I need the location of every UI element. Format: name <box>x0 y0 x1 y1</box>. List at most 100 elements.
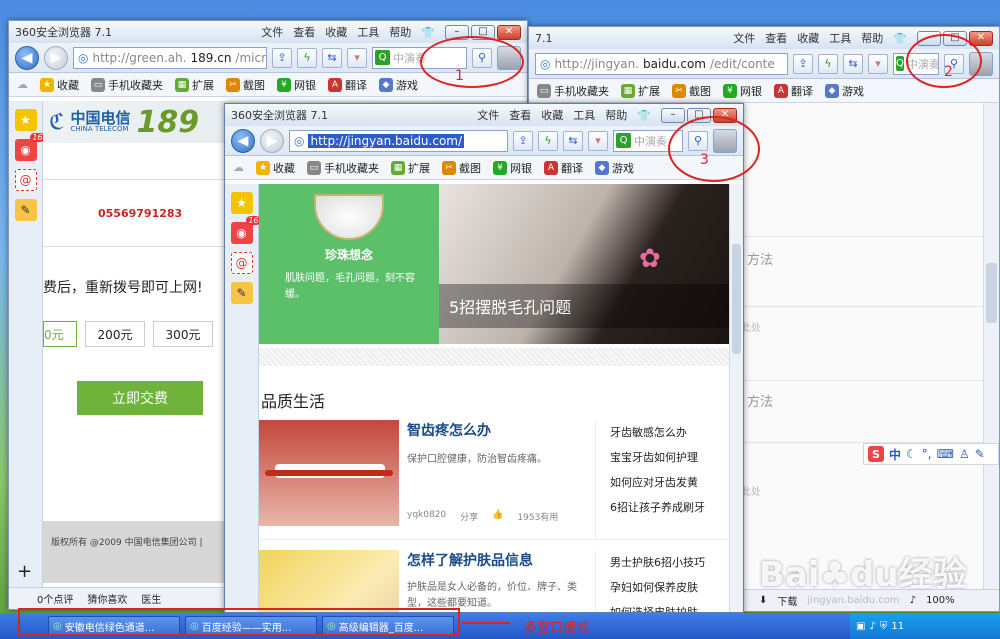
url-input[interactable]: ◎ http://jingyan.baidu.com/ <box>289 129 508 152</box>
bolt-icon[interactable]: ϟ <box>538 130 558 151</box>
fav-extension[interactable]: ▦ 扩展 <box>175 77 214 93</box>
amount-option[interactable]: 300元 <box>153 321 213 347</box>
scissors-icon: ✂ <box>672 83 686 98</box>
reload-icon[interactable]: ⇆ <box>843 53 863 74</box>
dropdown-icon[interactable]: ▾ <box>588 130 608 151</box>
scrollbar[interactable] <box>729 184 743 612</box>
fav-screenshot[interactable]: ✂ 截图 <box>226 77 265 93</box>
back-button[interactable]: ◀ <box>15 45 39 70</box>
menu-favorites[interactable]: 收藏 <box>325 24 347 40</box>
grid-icon: ▦ <box>175 77 189 92</box>
star-icon[interactable]: ★ <box>230 192 253 214</box>
menu-tools[interactable]: 工具 <box>357 24 379 40</box>
scrollbar[interactable] <box>983 103 999 591</box>
menu-help[interactable]: 帮助 <box>605 107 627 123</box>
fav-bank[interactable]: ¥ 网银 <box>277 77 316 93</box>
sidebar: ★ ◉ 16 @ ✎ <box>225 184 261 612</box>
menu-view[interactable]: 查看 <box>293 24 315 40</box>
weibo-icon[interactable]: ◉ 16 <box>14 133 45 161</box>
folder-icon: ▭ <box>91 77 105 92</box>
clock[interactable]: 11 <box>891 621 904 632</box>
related-links: 牙齿敏感怎么办 宝宝牙齿如何护理 如何应对牙齿发黄 6招让孩子养成刷牙 <box>595 420 705 539</box>
url-input[interactable]: ◎ http://green.ah.189.cn/micro/green <box>73 46 267 69</box>
fav-collect[interactable]: ★ 收藏 <box>40 77 79 93</box>
browser-window-jingyan: 360安全浏览器 7.1 文件 查看 收藏 工具 帮助 👕 – □ ✕ ◀ ▶ ◎ … <box>224 103 744 613</box>
mail-icon[interactable]: @ <box>14 169 37 191</box>
fav-games[interactable]: ◆ 游戏 <box>595 160 634 176</box>
network-icon[interactable]: ▣ <box>856 621 865 632</box>
article-card[interactable]: 怎样了解护肤品信息 护肤品是女人必备的，价位、牌子、类型，这些都要知道。 男士护… <box>259 550 729 612</box>
fav-collect[interactable]: ★ 收藏 <box>256 160 295 176</box>
download-icon[interactable]: ⬇ <box>759 595 767 606</box>
menu-view[interactable]: 查看 <box>509 107 531 123</box>
reload-icon[interactable]: ⇆ <box>563 130 583 151</box>
grid-icon: ▦ <box>621 83 635 98</box>
shirt-icon[interactable]: 👕 <box>421 26 435 39</box>
fav-translate[interactable]: A 翻译 <box>328 77 367 93</box>
menu-favorites[interactable]: 收藏 <box>541 107 563 123</box>
page-content: 珍珠想念 肌肤问题，毛孔问题，刻不容缓。 ✿ 5招摆脱毛孔问题 品质生活 智齿疼… <box>259 184 729 612</box>
forward-button[interactable]: ▶ <box>260 128 284 153</box>
article-title[interactable]: 智齿疼怎么办 <box>407 420 595 440</box>
annotation-circle-1 <box>420 36 524 88</box>
bolt-icon[interactable]: ϟ <box>297 47 317 68</box>
fav-games[interactable]: ◆ 游戏 <box>379 77 418 93</box>
banner[interactable]: 珍珠想念 肌肤问题，毛孔问题，刻不容缓。 ✿ 5招摆脱毛孔问题 <box>259 184 729 344</box>
menu-tools[interactable]: 工具 <box>573 107 595 123</box>
favorites-bar: ☁ ★ 收藏 ▭ 手机收藏夹 ▦ 扩展 ✂ 截图 ¥ 网银 A 翻译 ◆ 游戏 <box>225 156 743 180</box>
url-input[interactable]: ◎ http://jingyan. baidu.com/edit/conte <box>535 52 788 75</box>
article-card[interactable]: 智齿疼怎么办 保护口腔健康，防治智齿疼痛。 yqk0820 分享 👍 1953有用 牙… <box>259 420 729 540</box>
telecom-logo-text: 中国电信 <box>70 108 131 127</box>
cloud-icon[interactable]: ☁ <box>233 161 244 174</box>
note-icon[interactable]: ✎ <box>14 199 37 221</box>
fav-translate[interactable]: A 翻译 <box>544 160 583 176</box>
fav-extension[interactable]: ▦ 扩展 <box>391 160 430 176</box>
annotation-circle-3 <box>668 116 760 182</box>
translate-icon: A <box>774 83 788 98</box>
shield-icon[interactable]: ⛨ <box>880 621 888 632</box>
sidebar: ★ ◉ 16 @ ✎ <box>9 101 45 589</box>
pay-button[interactable]: 立即交费 <box>77 381 203 415</box>
close-button[interactable]: ✕ <box>497 24 521 40</box>
thumb-icon: 👍 <box>492 510 504 520</box>
mail-icon[interactable]: @ <box>230 252 253 274</box>
menu-file[interactable]: 文件 <box>261 24 283 40</box>
keyboard-icon: ⌨ <box>936 447 954 461</box>
amount-option[interactable]: 0元 <box>43 321 77 347</box>
plus-icon[interactable]: + <box>17 561 32 582</box>
back-button[interactable]: ◀ <box>231 128 255 153</box>
fav-screenshot[interactable]: ✂ 截图 <box>442 160 481 176</box>
shirt-icon[interactable]: 👕 <box>893 32 907 45</box>
annotation-arrow <box>462 622 510 624</box>
dropdown-icon[interactable]: ▾ <box>347 47 367 68</box>
ime-bar[interactable]: S 中 ☾ °, ⌨ ♙ ✎ <box>863 443 999 465</box>
menu-help[interactable]: 帮助 <box>389 24 411 40</box>
fav-mobile[interactable]: ▭ 手机收藏夹 <box>91 77 163 93</box>
weibo-icon[interactable]: ◉ 16 <box>230 216 261 244</box>
fav-bank[interactable]: ¥ 网银 <box>493 160 532 176</box>
fav-mobile[interactable]: ▭ 手机收藏夹 <box>307 160 379 176</box>
amount-option[interactable]: 200元 <box>85 321 145 347</box>
minimize-button[interactable]: – <box>661 107 685 123</box>
star-icon[interactable]: ★ <box>14 109 37 131</box>
share-icon[interactable]: ⇪ <box>272 47 292 68</box>
speaker-icon[interactable]: ♪ <box>910 595 916 606</box>
bolt-icon[interactable]: ϟ <box>818 53 838 74</box>
translate-icon: A <box>328 77 342 92</box>
dropdown-icon[interactable]: ▾ <box>868 53 888 74</box>
volume-icon[interactable]: ♪ <box>869 621 875 632</box>
menu-file[interactable]: 文件 <box>477 107 499 123</box>
note-icon[interactable]: ✎ <box>230 282 253 304</box>
yen-icon: ¥ <box>493 160 507 175</box>
share-icon[interactable]: ⇪ <box>793 53 813 74</box>
share-icon[interactable]: ⇪ <box>513 130 533 151</box>
search-engine-icon: Q <box>616 133 631 148</box>
window-title: 7.1 <box>535 31 553 45</box>
star-icon: ★ <box>40 77 54 92</box>
shirt-icon[interactable]: 👕 <box>637 109 651 122</box>
cloud-icon[interactable]: ☁ <box>17 78 28 91</box>
search-engine-icon: Q <box>896 56 904 71</box>
forward-button[interactable]: ▶ <box>44 45 68 70</box>
reload-icon[interactable]: ⇆ <box>322 47 342 68</box>
article-title[interactable]: 怎样了解护肤品信息 <box>407 550 595 570</box>
